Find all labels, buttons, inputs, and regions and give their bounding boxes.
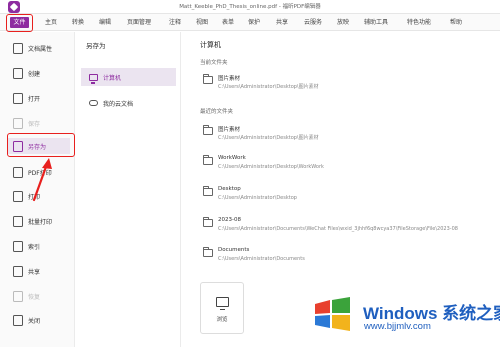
menu-page-manage[interactable]: 页面管理: [127, 17, 151, 26]
sidebar-label: 创建: [28, 70, 41, 78]
window-title: Matt_Keeble_PhD_Thesis_online.pdf - 福昕PD…: [179, 4, 321, 10]
current-folder-heading: 当前文件夹: [200, 60, 228, 66]
index-icon: [13, 240, 23, 252]
menu-share[interactable]: 共享: [276, 17, 288, 26]
title-bar: Matt_Keeble_PhD_Thesis_online.pdf - 福昕PD…: [0, 0, 500, 14]
file-sidebar: 文档属性 创建 打开 保存 另存为 PDF打印 打印 批量打印 索引 共享 恢复: [0, 32, 75, 347]
menu-home[interactable]: 主页: [45, 17, 57, 26]
folder-icon: [203, 247, 213, 257]
menu-help[interactable]: 帮助: [450, 17, 462, 26]
highlight-box-save-as: [7, 133, 75, 157]
menu-protect[interactable]: 保护: [248, 17, 260, 26]
browse-button[interactable]: 浏览: [200, 282, 244, 334]
sidebar-item-index[interactable]: 索引: [13, 238, 40, 254]
recent-folders-heading: 最近的文件夹: [200, 109, 234, 115]
menu-form[interactable]: 表单: [222, 17, 234, 26]
browse-label: 浏览: [216, 317, 228, 323]
folder-path: C:\Users\Administrator\Documents: [218, 256, 305, 262]
sidebar-label: 打开: [28, 95, 41, 103]
sidebar-label: 共享: [28, 268, 41, 276]
sidebar-item-batch-print[interactable]: 批量打印: [13, 213, 52, 229]
menu-bar: 文件 主页 转换 编辑 页面管理 注释 视图 表单 保护 共享 云服务 放映 辅…: [0, 14, 500, 31]
sidebar-label: 恢复: [28, 293, 41, 301]
sidebar-item-close[interactable]: 关闭: [13, 312, 40, 328]
sidebar-label: 打印: [28, 193, 41, 201]
sidebar-label: 保存: [28, 120, 41, 128]
folder-icon: [203, 217, 213, 227]
new-file-icon: [13, 67, 23, 79]
save-icon: [13, 117, 23, 129]
sidebar-item-create[interactable]: 创建: [13, 65, 40, 81]
option-label: 计算机: [103, 74, 122, 82]
sidebar-label: 批量打印: [28, 218, 53, 226]
recent-folder-row[interactable]: 2023-08 C:\Users\Administrator\Documents…: [200, 215, 490, 237]
menu-cloud[interactable]: 云服务: [304, 17, 322, 26]
folder-icon: [203, 186, 213, 196]
folder-path: C:\Users\Administrator\Desktop\图片素材: [218, 135, 319, 141]
folder-path: C:\Users\Administrator\Desktop: [218, 195, 297, 201]
recent-folder-row[interactable]: Documents C:\Users\Administrator\Documen…: [200, 245, 490, 267]
folder-name: WorkWork: [218, 155, 246, 161]
folder-path: C:\Users\Administrator\Desktop\图片素材: [218, 84, 319, 90]
folder-path: C:\Users\Administrator\Desktop\WorkWork: [218, 164, 324, 170]
sidebar-item-properties[interactable]: 文档属性: [13, 40, 52, 56]
option-label: 我的云文档: [103, 100, 134, 108]
sidebar-label: 关闭: [28, 317, 41, 325]
menu-annotate[interactable]: 注释: [169, 17, 181, 26]
sidebar-item-restore[interactable]: 恢复: [13, 288, 40, 304]
folder-icon: [203, 155, 213, 165]
content-title: 计算机: [200, 41, 221, 49]
pdf-print-icon: [13, 166, 23, 178]
sidebar-item-open[interactable]: 打开: [13, 90, 40, 106]
recent-folder-row[interactable]: 图片素材 C:\Users\Administrator\Desktop\图片素材: [200, 123, 490, 145]
folder-name: 2023-08: [218, 217, 241, 223]
sidebar-item-save[interactable]: 保存: [13, 115, 40, 131]
open-file-icon: [13, 92, 23, 104]
folder-name: Documents: [218, 247, 250, 253]
folder-name: Desktop: [218, 186, 241, 192]
recent-folder-row[interactable]: Desktop C:\Users\Administrator\Desktop: [200, 184, 490, 206]
save-as-panel: 另存为 计算机 我的云文档: [76, 32, 181, 347]
printer-icon: [13, 190, 23, 202]
option-computer[interactable]: 计算机: [81, 68, 176, 86]
option-cloud-docs[interactable]: 我的云文档: [81, 94, 176, 112]
menu-edit[interactable]: 编辑: [99, 17, 111, 26]
current-folder-row[interactable]: 图片素材 C:\Users\Administrator\Desktop\图片素材: [200, 72, 490, 94]
batch-print-icon: [13, 215, 23, 227]
sidebar-label: 文档属性: [28, 45, 53, 53]
sidebar-label: PDF打印: [28, 169, 52, 177]
menu-view[interactable]: 视图: [196, 17, 208, 26]
document-icon: [13, 42, 23, 54]
share-icon: [13, 265, 23, 277]
folder-icon: [203, 125, 213, 135]
menu-features[interactable]: 特色功能: [407, 17, 431, 26]
folder-icon: [203, 74, 213, 84]
windows-logo-icon: [315, 297, 350, 331]
browse-computer-icon: [216, 297, 229, 310]
computer-icon: [89, 73, 98, 84]
highlight-box-file: [6, 14, 33, 32]
menu-present[interactable]: 放映: [337, 17, 349, 26]
sidebar-item-share[interactable]: 共享: [13, 263, 40, 279]
sidebar-label: 索引: [28, 243, 41, 251]
menu-convert[interactable]: 转换: [72, 17, 84, 26]
recent-folder-row[interactable]: WorkWork C:\Users\Administrator\Desktop\…: [200, 153, 490, 175]
sidebar-item-print[interactable]: 打印: [13, 188, 40, 204]
menu-accessibility[interactable]: 辅助工具: [364, 17, 388, 26]
panel-title: 另存为: [86, 42, 106, 50]
folder-name: 图片素材: [218, 76, 241, 82]
watermark-url: www.bjjmlv.com: [364, 321, 431, 332]
restore-icon: [13, 290, 23, 302]
sidebar-item-pdf-print[interactable]: PDF打印: [13, 164, 52, 180]
folder-name: 图片素材: [218, 127, 241, 133]
folder-path: C:\Users\Administrator\Documents\WeChat …: [218, 226, 458, 232]
close-file-icon: [13, 314, 23, 326]
cloud-icon: [89, 100, 98, 106]
